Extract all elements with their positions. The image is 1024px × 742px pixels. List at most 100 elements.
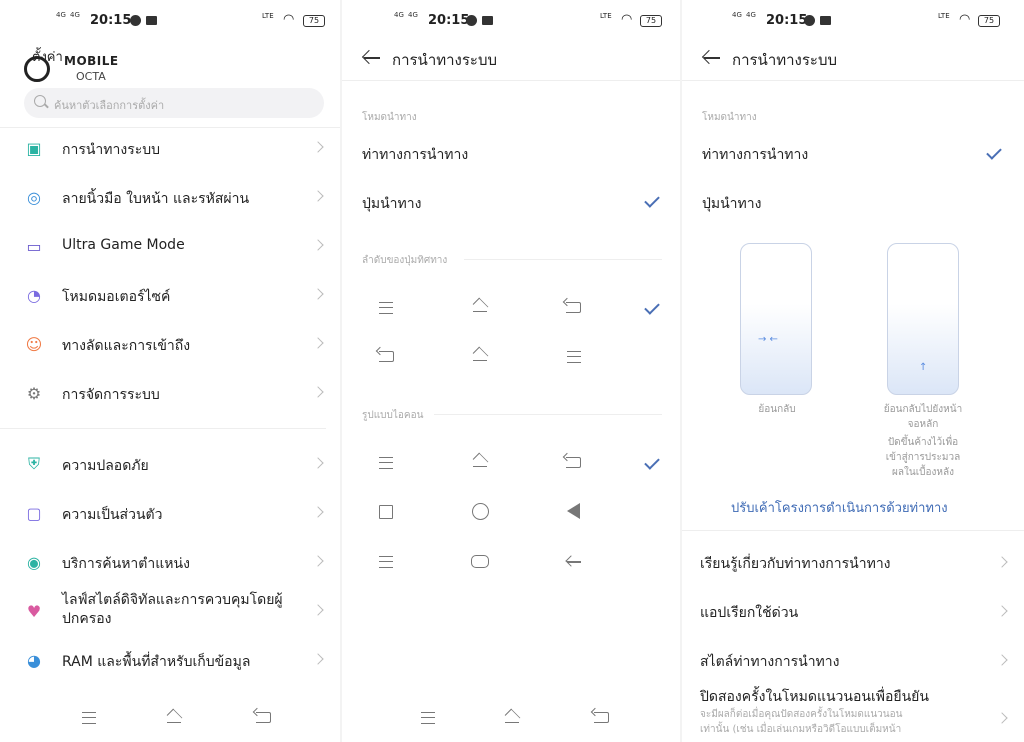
- arrow-in-icon: → ←: [758, 334, 778, 345]
- status-dot-icon: [130, 15, 141, 26]
- message-icon: [146, 16, 157, 25]
- chevron-right-icon: [996, 712, 1008, 724]
- settings-item-label: ทางลัดและการเข้าถึง: [62, 338, 191, 354]
- status-dot-icon: [466, 15, 477, 26]
- home-icon: [471, 300, 489, 312]
- logo-text-2: OCTA: [76, 70, 106, 83]
- location-pin-icon: ◉: [27, 552, 41, 572]
- section-label-mode: โหมดนำทาง: [362, 112, 417, 123]
- pill-icon: [471, 555, 489, 568]
- settings-item[interactable]: ⚙ การจัดการระบบ: [0, 373, 340, 413]
- lte-label: LTE: [262, 12, 274, 20]
- settings-item[interactable]: ☺ ทางลัดและการเข้าถึง: [0, 324, 340, 364]
- wifi-icon: ◠: [283, 12, 295, 27]
- divider: [682, 80, 1024, 81]
- back-arrow-icon[interactable]: [364, 57, 380, 59]
- section-label-order: ลำดับของปุ่มทิศทาง: [362, 255, 448, 266]
- chevron-right-icon: [312, 653, 324, 665]
- gamepad-icon: ▭: [26, 236, 42, 256]
- settings-item[interactable]: ◔ โหมดมอเตอร์ไซค์: [0, 275, 340, 315]
- network-label-2: 4G: [746, 11, 756, 19]
- gesture-back-illustration: → ←: [740, 243, 812, 395]
- status-dot-icon: [804, 15, 815, 26]
- row-label: เรียนรู้เกี่ยวกับท่าทางการนำทาง: [700, 556, 891, 572]
- status-time: 20:15: [90, 13, 132, 28]
- option-buttons[interactable]: ปุ่มนำทาง: [362, 193, 421, 215]
- chevron-right-icon: [312, 239, 324, 251]
- row-label: สไตล์ท่าทางการนำทาง: [700, 654, 840, 670]
- network-label: 4G: [394, 11, 404, 19]
- arrow-back-icon: [567, 561, 581, 563]
- section-rule: [464, 259, 662, 260]
- lock-icon: ▢: [26, 503, 42, 523]
- triangle-back-icon: [567, 503, 580, 519]
- chevron-right-icon: [312, 386, 324, 398]
- message-icon: [820, 16, 831, 25]
- battery-icon: 75: [640, 15, 662, 27]
- menu-icon: [379, 556, 393, 568]
- home-icon: [471, 349, 489, 361]
- chevron-right-icon: [996, 556, 1008, 568]
- logo-mark-icon: [24, 56, 50, 82]
- search-input[interactable]: ค้นหาตัวเลือกการตั้งค่า: [24, 88, 324, 118]
- menu-nav-icon[interactable]: [421, 712, 435, 724]
- settings-item-label: บริการค้นหาตำแหน่ง: [62, 556, 190, 572]
- navigation-phone-icon: ▣: [26, 138, 42, 158]
- chevron-right-icon: [312, 506, 324, 518]
- square-icon: [379, 505, 393, 519]
- logo-text-1: MOBILE: [64, 54, 119, 68]
- lte-label: LTE: [600, 12, 612, 20]
- divider: [0, 428, 326, 429]
- back-arrow-icon[interactable]: [704, 57, 720, 59]
- settings-item[interactable]: ▣ การนำทางระบบ: [0, 128, 340, 168]
- back-icon: [379, 351, 394, 362]
- back-nav-icon[interactable]: [594, 712, 609, 723]
- settings-item[interactable]: ◉ บริการค้นหาตำแหน่ง: [0, 542, 340, 582]
- row-sublabel-line: เท่านั้น (เช่น เมื่อเล่นเกมหรือวิดีโอแบบ…: [700, 724, 902, 735]
- row-sublabel: จะมีผลก็ต่อเมื่อคุณปัดสองครั้งในโหมดแนวน…: [700, 707, 970, 737]
- gear-icon: ⚙: [26, 383, 42, 403]
- settings-item[interactable]: ◎ ลายนิ้วมือ ใบหน้า และรหัสผ่าน: [0, 177, 340, 217]
- menu-icon: [379, 302, 393, 314]
- back-icon: [566, 302, 581, 313]
- battery-icon: 75: [303, 15, 325, 27]
- search-placeholder: ค้นหาตัวเลือกการตั้งค่า: [54, 99, 165, 112]
- option-gesture[interactable]: ท่าทางการนำทาง: [362, 144, 468, 166]
- lte-label: LTE: [938, 12, 950, 20]
- settings-item[interactable]: ♥ ไลฟ์สไตล์ดิจิทัลและการควบคุมโดยผู้ปกครอ…: [0, 591, 340, 631]
- settings-item[interactable]: ◕ RAM และพื้นที่สำหรับเก็บข้อมูล: [0, 640, 340, 680]
- back-nav-icon[interactable]: [256, 712, 271, 723]
- settings-item-label: ความเป็นส่วนตัว: [62, 507, 163, 523]
- option-buttons[interactable]: ปุ่มนำทาง: [702, 193, 761, 215]
- customize-gestures-link[interactable]: ปรับเค้าโครงการดำเนินการด้วยท่าทาง: [731, 497, 948, 518]
- page-title: การนำทางระบบ: [732, 51, 838, 69]
- navigation-gestures-panel: 4G 4G 20:15 LTE ◠ 75 การนำทางระบบ โหมดนำ…: [682, 0, 1024, 742]
- chevron-right-icon: [312, 190, 324, 202]
- page-title: การนำทางระบบ: [392, 51, 498, 69]
- settings-item[interactable]: ▭ Ultra Game Mode: [0, 226, 340, 266]
- home-nav-icon[interactable]: [503, 711, 521, 723]
- caption-home: ย้อนกลับไปยังหน้า จอหลัก ปัดขึ้นค้างไว้เ…: [870, 402, 976, 480]
- divider: [682, 530, 1024, 531]
- menu-nav-icon[interactable]: [82, 712, 96, 724]
- row-sublabel-line: จะมีผลก็ต่อเมื่อคุณปัดสองครั้งในโหมดแนวน…: [700, 709, 903, 720]
- section-label-icon-style: รูปแบบไอคอน: [362, 410, 424, 421]
- arrow-up-icon: ↑: [919, 362, 928, 373]
- chevron-right-icon: [312, 555, 324, 567]
- status-time: 20:15: [766, 13, 808, 28]
- status-bar: 4G 4G 20:15 LTE ◠ 75: [342, 10, 680, 34]
- settings-item[interactable]: ▢ ความเป็นส่วนตัว: [0, 493, 340, 533]
- settings-item[interactable]: ⛨ ความปลอดภัย: [0, 444, 340, 484]
- checkmark-icon: [644, 454, 660, 470]
- divider: [342, 80, 680, 81]
- fingerprint-icon: ◎: [27, 187, 41, 207]
- back-icon: [566, 457, 581, 468]
- menu-icon: [379, 457, 393, 469]
- settings-panel: 4G 4G 20:15 LTE ◠ 75 ตั้งค่า MOBILE OCTA…: [0, 0, 340, 742]
- option-gesture[interactable]: ท่าทางการนำทาง: [702, 144, 808, 166]
- shield-icon: ⛨: [27, 454, 40, 473]
- chevron-right-icon: [312, 288, 324, 300]
- home-nav-icon[interactable]: [165, 711, 183, 723]
- search-icon: [34, 95, 46, 107]
- navigation-buttons-panel: 4G 4G 20:15 LTE ◠ 75 การนำทางระบบ โหมดนำ…: [342, 0, 680, 742]
